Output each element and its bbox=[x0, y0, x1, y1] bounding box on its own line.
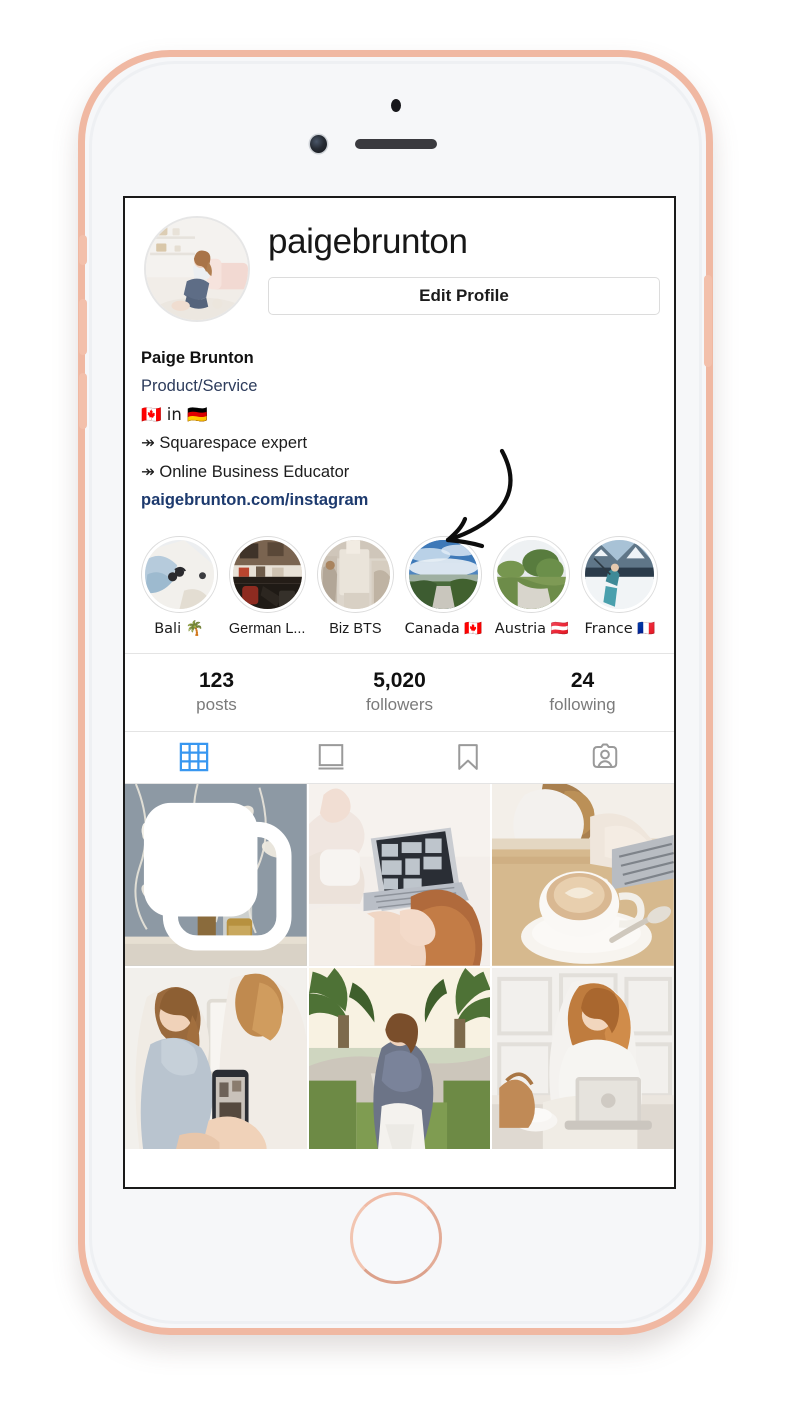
stat-following[interactable]: 24 following bbox=[491, 668, 674, 716]
post-grid bbox=[125, 783, 674, 1150]
post-thumbnail[interactable] bbox=[125, 783, 307, 966]
highlight-label: German L... bbox=[228, 621, 306, 638]
highlight-thumbnail bbox=[232, 540, 302, 610]
post-thumbnail[interactable] bbox=[308, 967, 491, 1150]
highlight-ring bbox=[228, 536, 306, 614]
tab-tagged[interactable] bbox=[537, 732, 674, 783]
tab-saved[interactable] bbox=[400, 732, 537, 783]
highlight-thumbnail bbox=[497, 540, 567, 610]
stat-label: followers bbox=[365, 694, 434, 714]
bio-category: Product/Service bbox=[141, 377, 258, 396]
highlight-ring bbox=[140, 536, 218, 614]
post-thumbnail[interactable] bbox=[492, 967, 674, 1150]
profile-tab-bar bbox=[125, 732, 674, 784]
avatar-container bbox=[139, 216, 254, 322]
highlight-thumbnail bbox=[409, 540, 479, 610]
highlight-item[interactable]: Canada 🇨🇦 bbox=[400, 536, 488, 638]
highlight-label: Austria 🇦🇹 bbox=[494, 621, 569, 638]
mute-switch[interactable] bbox=[79, 235, 87, 265]
volume-up-button[interactable] bbox=[79, 299, 87, 355]
volume-down-button[interactable] bbox=[79, 373, 87, 429]
bookmark-icon bbox=[458, 744, 478, 771]
edit-profile-button[interactable]: Edit Profile bbox=[268, 276, 660, 315]
stat-posts[interactable]: 123 posts bbox=[125, 668, 308, 716]
stat-value: 123 bbox=[198, 668, 235, 692]
post-thumbnail[interactable] bbox=[308, 783, 491, 966]
post-thumbnail[interactable] bbox=[492, 783, 674, 966]
earpiece-speaker bbox=[354, 139, 437, 149]
tab-grid[interactable] bbox=[125, 732, 262, 783]
highlight-label: Biz BTS bbox=[329, 621, 382, 638]
post-thumbnail[interactable] bbox=[125, 967, 307, 1150]
highlight-ring bbox=[405, 536, 483, 614]
stat-followers[interactable]: 5,020 followers bbox=[308, 668, 491, 716]
highlight-thumbnail bbox=[585, 540, 655, 610]
tab-feed[interactable] bbox=[262, 732, 399, 783]
home-button[interactable] bbox=[349, 1192, 442, 1284]
stat-value: 24 bbox=[570, 668, 595, 692]
phone-device: paigebrunton Edit Profile Paige Brunton … bbox=[78, 50, 713, 1335]
stats-bar: 123 posts 5,020 followers 24 following bbox=[125, 652, 674, 732]
highlight-label: Bali 🌴 bbox=[154, 621, 204, 638]
tagged-icon bbox=[593, 743, 618, 769]
highlight-item[interactable]: Bali 🌴 bbox=[135, 536, 223, 638]
highlight-item[interactable]: Biz BTS bbox=[311, 536, 399, 638]
carousel-icon bbox=[143, 802, 292, 951]
front-camera-icon bbox=[309, 135, 327, 153]
bio-block: Paige Brunton Product/Service 🇨🇦 in 🇩🇪 ↠… bbox=[125, 322, 674, 514]
highlight-item[interactable]: France 🇫🇷 bbox=[576, 536, 664, 638]
phone-screen: paigebrunton Edit Profile Paige Brunton … bbox=[123, 196, 676, 1189]
highlight-label: Canada 🇨🇦 bbox=[404, 621, 483, 638]
feed-icon bbox=[318, 744, 344, 770]
highlight-item[interactable]: Austria 🇦🇹 bbox=[488, 536, 576, 638]
bio-line-educator: ↠ Online Business Educator bbox=[141, 462, 350, 481]
highlight-thumbnail bbox=[144, 540, 214, 610]
highlight-ring bbox=[581, 536, 659, 614]
username: paigebrunton bbox=[268, 222, 468, 261]
bio-line-location: 🇨🇦 in 🇩🇪 bbox=[141, 404, 208, 424]
power-button[interactable] bbox=[704, 275, 712, 367]
bio-website-link[interactable]: paigebrunton.com/instagram bbox=[141, 486, 368, 514]
profile-header-right: paigebrunton Edit Profile bbox=[254, 216, 660, 322]
bio-display-name: Paige Brunton bbox=[141, 349, 254, 367]
stat-value: 5,020 bbox=[373, 668, 426, 692]
stat-label: posts bbox=[196, 694, 237, 714]
profile-header: paigebrunton Edit Profile bbox=[125, 198, 674, 322]
screenshot-root: paigebrunton Edit Profile Paige Brunton … bbox=[0, 0, 791, 1409]
highlight-thumbnail bbox=[320, 540, 390, 610]
highlight-item[interactable]: German L... bbox=[223, 536, 311, 638]
highlight-ring bbox=[316, 536, 394, 614]
story-highlights: Bali 🌴 German L... Biz BTS Canada 🇨🇦 Aus… bbox=[125, 514, 674, 652]
proximity-sensor-icon bbox=[390, 99, 401, 112]
grid-icon bbox=[179, 743, 208, 772]
avatar[interactable] bbox=[143, 216, 250, 322]
highlight-ring bbox=[493, 536, 571, 614]
highlight-label: France 🇫🇷 bbox=[584, 621, 656, 638]
bio-line-expertise: ↠ Squarespace expert bbox=[141, 434, 308, 453]
stat-label: following bbox=[549, 694, 616, 714]
